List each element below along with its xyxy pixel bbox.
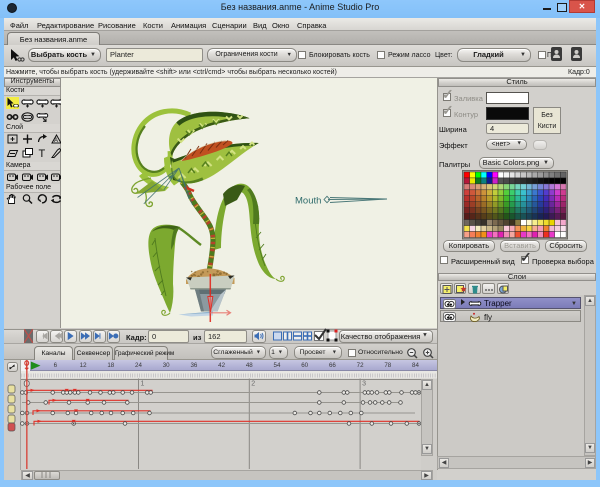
svg-text:1: 1 — [141, 381, 145, 388]
svg-text:2: 2 — [251, 381, 255, 388]
svg-text:3: 3 — [362, 381, 366, 388]
